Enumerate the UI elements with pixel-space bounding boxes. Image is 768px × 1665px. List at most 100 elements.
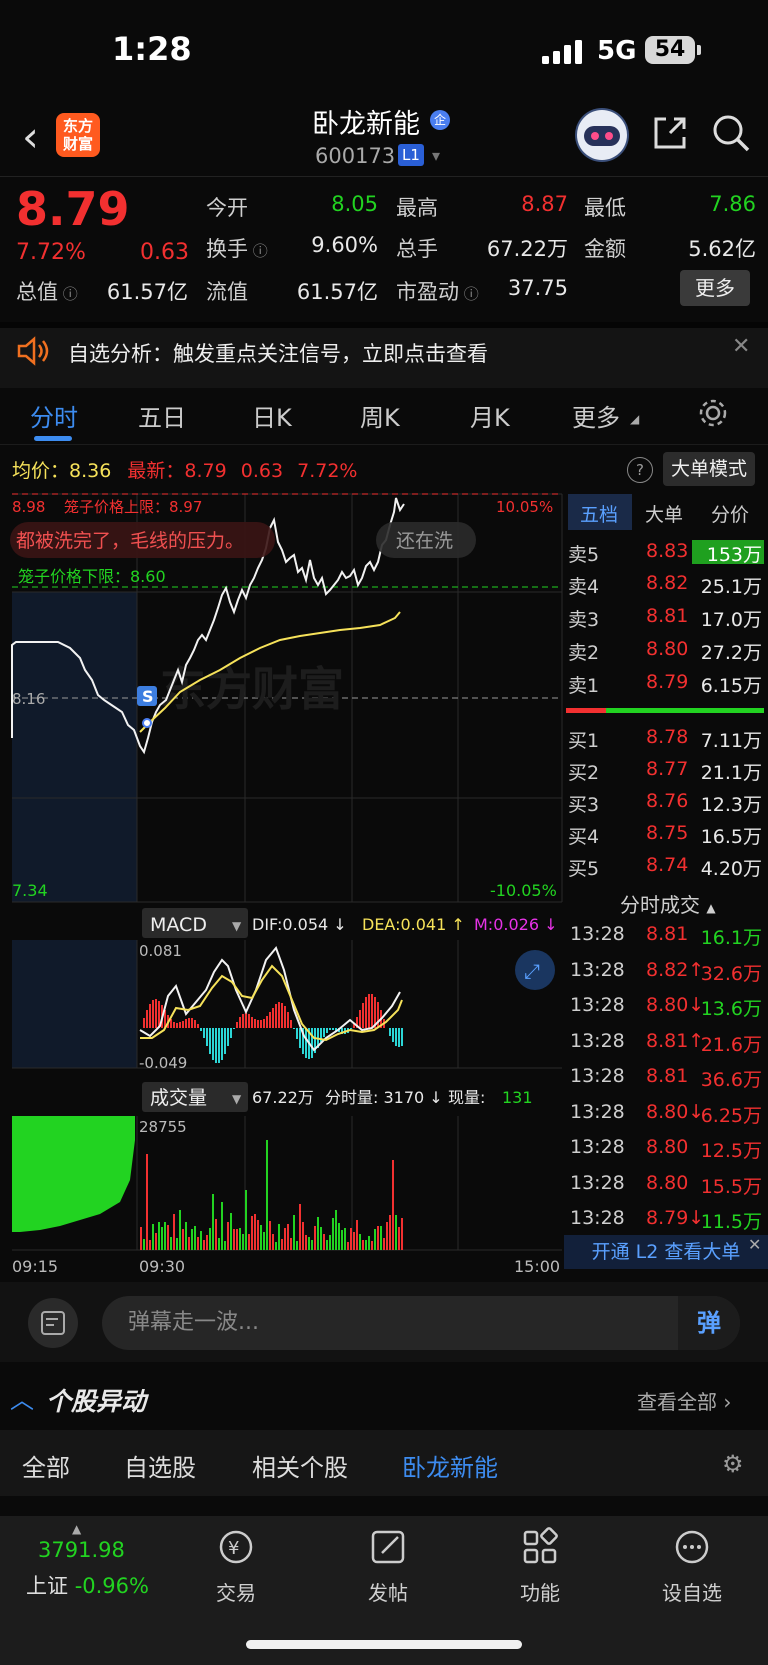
macd-bar xyxy=(203,1028,205,1038)
ask-price[interactable]: 8.83 xyxy=(646,540,688,562)
volume-bar xyxy=(383,1238,385,1250)
tab-monthly-k[interactable]: 月K xyxy=(470,398,510,433)
signal-icon xyxy=(542,40,582,64)
tab-more[interactable]: 更多 xyxy=(572,398,620,433)
big-order-mode-button[interactable]: 大单模式 xyxy=(663,452,755,486)
bid-price[interactable]: 8.74 xyxy=(646,854,688,876)
bid-price[interactable]: 8.75 xyxy=(646,822,688,844)
share-icon[interactable] xyxy=(650,113,690,153)
speaker-icon xyxy=(17,336,49,366)
level-badge[interactable]: L1 xyxy=(398,144,424,166)
add-watch-icon[interactable] xyxy=(672,1527,712,1567)
volume-bar xyxy=(314,1226,316,1250)
trade-price: 8.80 xyxy=(646,1136,689,1158)
ask-price[interactable]: 8.82 xyxy=(646,572,688,594)
ask-label: 卖1 xyxy=(568,675,600,697)
filter-watchlist[interactable]: 自选股 xyxy=(124,1448,196,1483)
tab-intraday[interactable]: 分时 xyxy=(30,398,78,433)
macd-bar xyxy=(305,1028,307,1058)
comment-list-icon[interactable] xyxy=(28,1298,78,1348)
ask-label: 卖4 xyxy=(568,576,600,598)
volume-bar xyxy=(212,1194,214,1250)
book-divider-red xyxy=(566,708,606,713)
ask-price[interactable]: 8.80 xyxy=(646,638,688,660)
tab-daily-k[interactable]: 日K xyxy=(252,398,292,433)
caret-down-icon[interactable]: ▾ xyxy=(432,146,440,165)
volume-bar xyxy=(251,1216,253,1250)
nav-add-watch[interactable]: 设自选 xyxy=(642,1577,742,1606)
macd-bar xyxy=(296,1028,298,1039)
bid-vol: 4.20万 xyxy=(700,858,762,880)
bid-price[interactable]: 8.78 xyxy=(646,726,688,748)
close-icon[interactable]: ✕ xyxy=(748,1235,761,1254)
stock-name[interactable]: 卧龙新能 xyxy=(312,102,420,141)
macd-dif: DIF:0.054 ↓ xyxy=(252,915,347,934)
low-value: 7.86 xyxy=(709,192,756,216)
volume-bar xyxy=(359,1234,361,1250)
volume-bar xyxy=(194,1226,196,1250)
macd-caret-icon: ▼ xyxy=(232,919,242,933)
macd-bar xyxy=(389,1028,391,1036)
book-tab-five[interactable]: 五档 xyxy=(580,500,618,527)
gear-icon[interactable] xyxy=(698,398,728,428)
back-icon[interactable]: ‹ xyxy=(22,112,39,161)
tab-5day[interactable]: 五日 xyxy=(138,398,186,433)
robot-avatar-icon[interactable] xyxy=(575,108,629,162)
info-icon[interactable]: ⓘ xyxy=(248,242,268,260)
nav-trade[interactable]: 交易 xyxy=(186,1577,286,1606)
post-icon[interactable] xyxy=(368,1527,408,1567)
danmu-input[interactable]: 弹幕走一波... xyxy=(102,1296,740,1350)
bid-price[interactable]: 8.77 xyxy=(646,758,688,780)
tab-more-caret-icon: ◢ xyxy=(630,412,640,426)
index-value[interactable]: 3791.98 xyxy=(38,1538,125,1562)
intraday-chart[interactable]: 东方财富 S 8.98 笼子价格上限：8.97 10.05% 笼子价格下限：8.… xyxy=(0,490,564,1280)
macd-bar xyxy=(245,1013,247,1028)
ask-price[interactable]: 8.81 xyxy=(646,605,688,627)
tab-weekly-k[interactable]: 周K xyxy=(360,398,400,433)
macd-bar xyxy=(215,1028,217,1063)
book-tab-big[interactable]: 大单 xyxy=(645,500,683,527)
info-icon[interactable]: ⓘ xyxy=(58,285,78,303)
chevron-up-icon[interactable]: ︿ xyxy=(10,1380,34,1415)
macd-bar xyxy=(254,1019,256,1028)
nav-post[interactable]: 发帖 xyxy=(338,1577,438,1606)
volume-bar xyxy=(263,1232,265,1250)
info-icon[interactable]: ⓘ xyxy=(459,285,479,303)
volume-bar xyxy=(293,1215,295,1250)
time-open: 09:30 xyxy=(139,1257,185,1276)
volume-bar xyxy=(344,1228,346,1250)
trade-time: 13:28 xyxy=(570,1136,625,1158)
more-button[interactable]: 更多 xyxy=(680,270,750,306)
stock-code[interactable]: 600173 xyxy=(315,144,395,168)
volume-bar xyxy=(248,1234,250,1250)
notice-text[interactable]: 自选分析：触发重点关注信号，立即点击查看 xyxy=(68,338,488,368)
book-tab-price[interactable]: 分价 xyxy=(711,500,749,527)
help-icon[interactable]: ? xyxy=(627,457,653,483)
filter-stock[interactable]: 卧龙新能 xyxy=(402,1448,498,1483)
see-all-link[interactable]: 查看全部 › xyxy=(637,1386,731,1415)
macd-bar xyxy=(365,997,367,1028)
filter-related[interactable]: 相关个股 xyxy=(252,1448,348,1483)
ask-vol: 153万 xyxy=(706,544,762,566)
filter-all[interactable]: 全部 xyxy=(22,1448,70,1483)
danmu-toggle-button[interactable]: 弹 xyxy=(678,1296,740,1350)
volume-bar xyxy=(200,1231,202,1250)
trades-title[interactable]: 分时成交 ▲ xyxy=(620,889,716,918)
signal-dot xyxy=(142,718,152,728)
bid-price[interactable]: 8.76 xyxy=(646,790,688,812)
gear-icon[interactable]: ⚙ xyxy=(722,1450,744,1478)
ask-price[interactable]: 8.79 xyxy=(646,671,688,693)
close-icon[interactable]: ✕ xyxy=(732,334,750,359)
volume-now-value: 131 xyxy=(502,1088,533,1107)
change-amount: 0.63 xyxy=(140,240,189,265)
trade-time: 13:28 xyxy=(570,1065,625,1087)
trade-icon[interactable]: ¥ xyxy=(216,1527,256,1567)
nav-functions[interactable]: 功能 xyxy=(490,1577,590,1606)
index-row[interactable]: 上证 -0.96% xyxy=(26,1570,149,1600)
volume-bar xyxy=(239,1228,241,1250)
search-icon[interactable] xyxy=(711,113,751,153)
expand-icon: ⤢ xyxy=(524,959,540,983)
l2-upgrade-banner[interactable]: 开通 L2 查看大单 xyxy=(564,1235,768,1269)
functions-icon[interactable] xyxy=(520,1527,560,1567)
macd-bar xyxy=(197,1024,199,1028)
